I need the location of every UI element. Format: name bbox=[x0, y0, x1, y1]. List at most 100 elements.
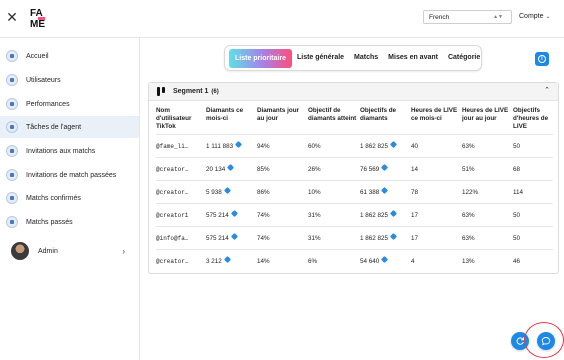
creators-table: Nom d'utilisateur TikTok Diamants ce moi… bbox=[156, 107, 553, 273]
cell-value: 122% bbox=[462, 188, 479, 196]
history-icon bbox=[6, 216, 18, 228]
table-cell: 86% bbox=[257, 180, 308, 204]
column-header[interactable]: Diamants jour au jour bbox=[257, 107, 308, 135]
info-icon: i bbox=[538, 55, 546, 63]
info-button[interactable]: i bbox=[535, 52, 549, 66]
tab-liste-prioritaire[interactable]: Liste prioritaire bbox=[229, 48, 292, 68]
sidebar-item-accueil[interactable]: Accueil bbox=[0, 45, 139, 67]
diamond-icon bbox=[223, 186, 231, 195]
cell-value: 74% bbox=[257, 211, 270, 219]
segment-header[interactable]: Segment 1 (6) ⌃ bbox=[149, 83, 558, 101]
segment-icon bbox=[157, 87, 166, 96]
tab-matchs[interactable]: Matchs bbox=[349, 49, 383, 67]
username-cell[interactable]: @creator… bbox=[156, 249, 206, 273]
top-bar: ✕ FA ME French ▲▼ Compte ⌄ bbox=[0, 0, 564, 38]
segment-panel: Segment 1 (6) ⌃ Nom d'utilisateur TikTok … bbox=[148, 82, 559, 274]
username-cell[interactable]: @fame_li… bbox=[156, 134, 206, 158]
table-cell: 63% bbox=[462, 226, 513, 250]
sidebar-item-matchs-confirmes[interactable]: Matchs confirmés bbox=[0, 187, 139, 209]
table-cell: 74% bbox=[257, 203, 308, 227]
user-menu[interactable]: Admin › bbox=[11, 241, 131, 261]
cell-value: 86% bbox=[257, 188, 270, 196]
column-header[interactable]: Objectifs de diamants bbox=[360, 107, 411, 135]
cell-value: 10% bbox=[308, 188, 321, 196]
column-header[interactable]: Nom d'utilisateur TikTok bbox=[156, 107, 206, 135]
close-icon[interactable]: ✕ bbox=[6, 10, 18, 24]
cell-value: 26% bbox=[308, 165, 321, 173]
avatar bbox=[11, 242, 29, 260]
table-row[interactable]: @creator… 3 212 14% 6% 54 640 4 13% 46 bbox=[156, 249, 553, 273]
column-header[interactable]: Objectifs d'heures de LIVE bbox=[513, 107, 553, 135]
sidebar-item-utilisateurs[interactable]: Utilisateurs bbox=[0, 69, 139, 91]
table-row[interactable]: @fame_li… 1 111 883 94% 60% 1 862 825 40 63% 50 bbox=[156, 134, 553, 158]
sidebar-item-label: Performances bbox=[26, 100, 70, 108]
invite-history-icon bbox=[6, 169, 18, 181]
user-icon bbox=[6, 74, 18, 86]
tab-liste-generale[interactable]: Liste générale bbox=[292, 49, 349, 67]
tab-mises-en-avant[interactable]: Mises en avant bbox=[383, 49, 443, 67]
sidebar-item-taches-agent[interactable]: Tâches de l'agent bbox=[0, 116, 139, 138]
table-cell: 20 134 bbox=[206, 157, 257, 181]
table-cell: 85% bbox=[257, 157, 308, 181]
table-cell: 94% bbox=[257, 134, 308, 158]
language-value: French bbox=[429, 14, 450, 21]
diamond-icon bbox=[389, 209, 398, 218]
table-cell: 31% bbox=[308, 203, 360, 227]
sidebar-item-invitations-matchs[interactable]: Invitations aux matchs bbox=[0, 140, 139, 162]
username-cell[interactable]: @creator1 bbox=[156, 203, 206, 227]
diamond-icon bbox=[381, 186, 389, 195]
table-cell: 122% bbox=[462, 180, 513, 204]
app-logo: FA ME bbox=[29, 6, 47, 30]
language-select[interactable]: French ▲▼ bbox=[423, 10, 512, 24]
highlight-annotation bbox=[524, 322, 564, 358]
sidebar: Accueil Utilisateurs Performances Tâches… bbox=[0, 38, 140, 360]
table-row[interactable]: @creator1 575 214 74% 31% 1 862 825 17 63% 50 bbox=[156, 203, 553, 227]
column-header[interactable]: Diamants ce mois-ci bbox=[206, 107, 257, 135]
diamond-icon bbox=[381, 256, 389, 264]
table-cell: 575 214 bbox=[206, 226, 257, 250]
cell-value: 14% bbox=[257, 257, 270, 265]
sidebar-item-performances[interactable]: Performances bbox=[0, 93, 139, 115]
cell-value: 76 569 bbox=[360, 166, 380, 173]
table-cell: 6% bbox=[308, 249, 360, 273]
table-cell: 63% bbox=[462, 203, 513, 227]
cell-value: 60% bbox=[308, 142, 321, 150]
cell-value: 78 bbox=[411, 188, 419, 196]
cell-value: 20 134 bbox=[206, 166, 226, 173]
cell-value: 1 862 825 bbox=[360, 235, 389, 242]
tab-categorie[interactable]: Catégorie bbox=[443, 49, 485, 67]
table-row[interactable]: @info@fa… 575 214 74% 31% 1 862 825 17 63% 50 bbox=[156, 226, 553, 250]
table-cell: 1 111 883 bbox=[206, 134, 257, 158]
diamond-icon bbox=[227, 163, 235, 172]
table-row[interactable]: @creator… 5 938 86% 10% 61 388 78 122% 114 bbox=[156, 180, 553, 204]
cell-value: 13% bbox=[462, 257, 475, 265]
cell-value: 74% bbox=[257, 234, 270, 242]
table-cell: 60% bbox=[308, 134, 360, 158]
cell-value: 50 bbox=[513, 211, 521, 219]
cell-value: 1 862 825 bbox=[360, 143, 389, 150]
cell-value: 50 bbox=[513, 234, 521, 242]
username-cell[interactable]: @creator… bbox=[156, 157, 206, 181]
table-cell: 26% bbox=[308, 157, 360, 181]
table-cell: 14% bbox=[257, 249, 308, 273]
chevron-up-icon[interactable]: ⌃ bbox=[544, 86, 550, 94]
column-header[interactable]: Heures de LIVE jour au jour bbox=[462, 107, 513, 135]
column-header[interactable]: Objectif de diamants atteint bbox=[308, 107, 360, 135]
cell-value: 50 bbox=[513, 142, 521, 150]
cell-value: @creator1 bbox=[156, 211, 189, 219]
account-menu[interactable]: Compte ⌄ bbox=[519, 10, 551, 24]
username-cell[interactable]: @creator… bbox=[156, 180, 206, 204]
cell-value: 3 212 bbox=[206, 258, 222, 266]
chevron-down-icon: ⌄ bbox=[545, 14, 551, 20]
list-icon bbox=[6, 121, 18, 133]
column-header[interactable]: Heures de LIVE ce mois-ci bbox=[411, 107, 462, 135]
segment-title-text: Segment 1 bbox=[173, 88, 209, 95]
sidebar-item-matchs-passes[interactable]: Matchs passés bbox=[0, 211, 139, 233]
sidebar-item-invitations-passees[interactable]: Invitations de match passées bbox=[0, 164, 139, 186]
table-row[interactable]: @creator… 20 134 85% 26% 76 569 14 51% 68 bbox=[156, 157, 553, 181]
cell-value: 14 bbox=[411, 165, 419, 173]
cell-value: 114 bbox=[513, 188, 524, 196]
username-cell[interactable]: @info@fa… bbox=[156, 226, 206, 250]
cell-value: 575 214 bbox=[206, 235, 229, 242]
diamond-icon bbox=[381, 163, 389, 172]
